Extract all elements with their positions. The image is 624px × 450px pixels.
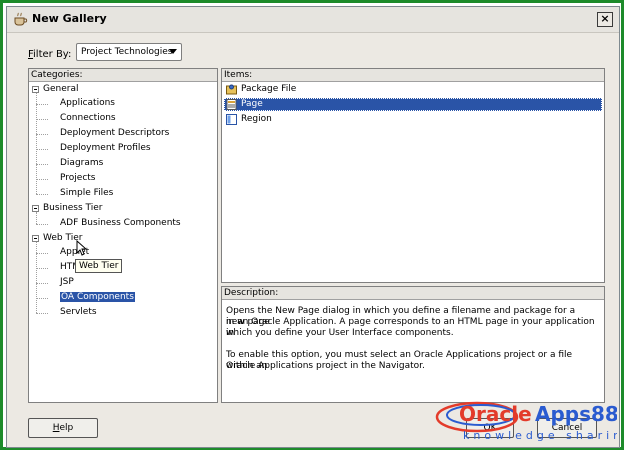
tree-item-jsp[interactable]: JSP xyxy=(60,277,74,288)
items-header: Items: xyxy=(222,69,604,82)
items-panel[interactable]: Items: Package File Page Region xyxy=(221,68,605,283)
tree-item-label: ADF Business Components xyxy=(60,217,181,228)
list-item-package-file[interactable]: Package File xyxy=(224,83,602,96)
tree-connector xyxy=(36,193,48,195)
tree-item-label: Projects xyxy=(60,172,96,183)
description-panel: Description: Opens the New Page dialog i… xyxy=(221,286,605,403)
cup-icon xyxy=(14,12,28,26)
watermark-brand1: Oracle xyxy=(459,402,532,426)
mouse-cursor-icon xyxy=(76,240,86,256)
tree-item-label: General xyxy=(43,83,79,94)
tree-connector xyxy=(36,178,48,180)
chevron-down-icon xyxy=(169,49,177,54)
tree-item-deployment-profiles[interactable]: Deployment Profiles xyxy=(60,143,151,154)
new-gallery-dialog: New Gallery × Filter By: Project Technol… xyxy=(6,6,620,448)
item-label: Region xyxy=(241,114,272,124)
title-bar[interactable]: New Gallery × xyxy=(7,7,619,33)
help-label-rest: elp xyxy=(59,423,74,433)
tree-connector xyxy=(36,298,48,300)
filter-by-dropdown[interactable]: Project Technologies xyxy=(76,43,182,61)
tree-item-label: Connections xyxy=(60,113,116,124)
tree-connector xyxy=(36,313,48,314)
tree-connector xyxy=(36,149,48,151)
tree-item-label: JSP xyxy=(60,277,74,288)
categories-panel[interactable]: Categories: General Applications Connectio… xyxy=(28,68,218,403)
tree-connector xyxy=(36,241,37,313)
tree-item-label: Simple Files xyxy=(60,187,114,198)
tree-item-projects[interactable]: Projects xyxy=(60,173,95,184)
screenshot-frame: New Gallery × Filter By: Project Technol… xyxy=(0,0,624,450)
items-header-label: Items: xyxy=(224,70,253,80)
tree-item-applications[interactable]: Applications xyxy=(60,98,115,109)
tree-connector xyxy=(36,211,37,224)
tree-connector xyxy=(36,223,48,225)
tree-expander-icon[interactable] xyxy=(32,85,39,93)
filter-label-rest: ilter By: xyxy=(33,49,72,60)
tree-connector xyxy=(36,119,48,121)
region-icon xyxy=(226,114,237,125)
tree-item-label: Servlets xyxy=(60,307,97,317)
tree-connector xyxy=(36,104,48,106)
description-header-label: Description: xyxy=(224,288,279,298)
tree-item-label: Business Tier xyxy=(43,202,103,213)
description-header: Description: xyxy=(222,287,604,300)
watermark-brand2: Apps88 xyxy=(535,402,617,426)
filter-by-label: Filter By: xyxy=(28,49,71,60)
close-icon: × xyxy=(600,12,610,25)
tree-expander-icon[interactable] xyxy=(32,204,39,212)
item-label: Package File xyxy=(241,84,297,94)
categories-header-label: Categories: xyxy=(31,70,83,80)
tree-expander-icon[interactable] xyxy=(32,234,39,242)
watermark-tagline: knowledge sharing xyxy=(463,429,617,442)
close-button[interactable]: × xyxy=(597,12,613,27)
tree-item-servlets[interactable]: Servlets xyxy=(60,307,97,318)
package-file-icon xyxy=(226,84,237,95)
tree-item-adf-business-components[interactable]: ADF Business Components xyxy=(60,218,181,229)
help-button[interactable]: Help xyxy=(28,418,98,438)
oracleapps88-watermark: Oracle Apps88 knowledge sharing xyxy=(435,401,617,442)
tree-item-oa-components[interactable]: OA Components xyxy=(60,292,135,303)
item-label: Page xyxy=(241,99,263,109)
description-line: Oracle Applications project in the Navig… xyxy=(226,361,425,371)
tree-item-simple-files[interactable]: Simple Files xyxy=(60,188,113,199)
help-mnemonic: H xyxy=(52,423,60,433)
list-item-region[interactable]: Region xyxy=(224,113,602,126)
tree-item-connections[interactable]: Connections xyxy=(60,113,116,124)
tree-item-label: Deployment Profiles xyxy=(60,143,151,154)
tree-connector xyxy=(36,253,48,255)
tree-item-deployment-descriptors[interactable]: Deployment Descriptors xyxy=(60,128,169,139)
tree-item-label: Diagrams xyxy=(60,158,104,168)
tree-item-label: OA Components xyxy=(60,292,135,303)
tree-connector xyxy=(36,283,48,285)
tree-item-business-tier[interactable]: Business Tier xyxy=(43,203,103,214)
tree-connector xyxy=(36,134,48,136)
tree-item-diagrams[interactable]: Diagrams xyxy=(60,158,103,169)
tree-item-label: Deployment Descriptors xyxy=(60,128,170,139)
tree-connector xyxy=(36,268,48,270)
tree-item-label: Applications xyxy=(60,98,115,109)
page-icon xyxy=(226,99,237,110)
filter-selected-value: Project Technologies xyxy=(81,47,173,57)
tree-connector xyxy=(36,92,37,194)
categories-header: Categories: xyxy=(29,69,217,82)
dialog-title: New Gallery xyxy=(32,12,107,25)
description-line: which you define your User Interface com… xyxy=(226,328,454,338)
list-item-page[interactable]: Page xyxy=(224,98,602,111)
tree-connector xyxy=(36,164,48,165)
tooltip: Web Tier xyxy=(75,259,123,273)
tree-item-general[interactable]: General xyxy=(43,84,78,95)
